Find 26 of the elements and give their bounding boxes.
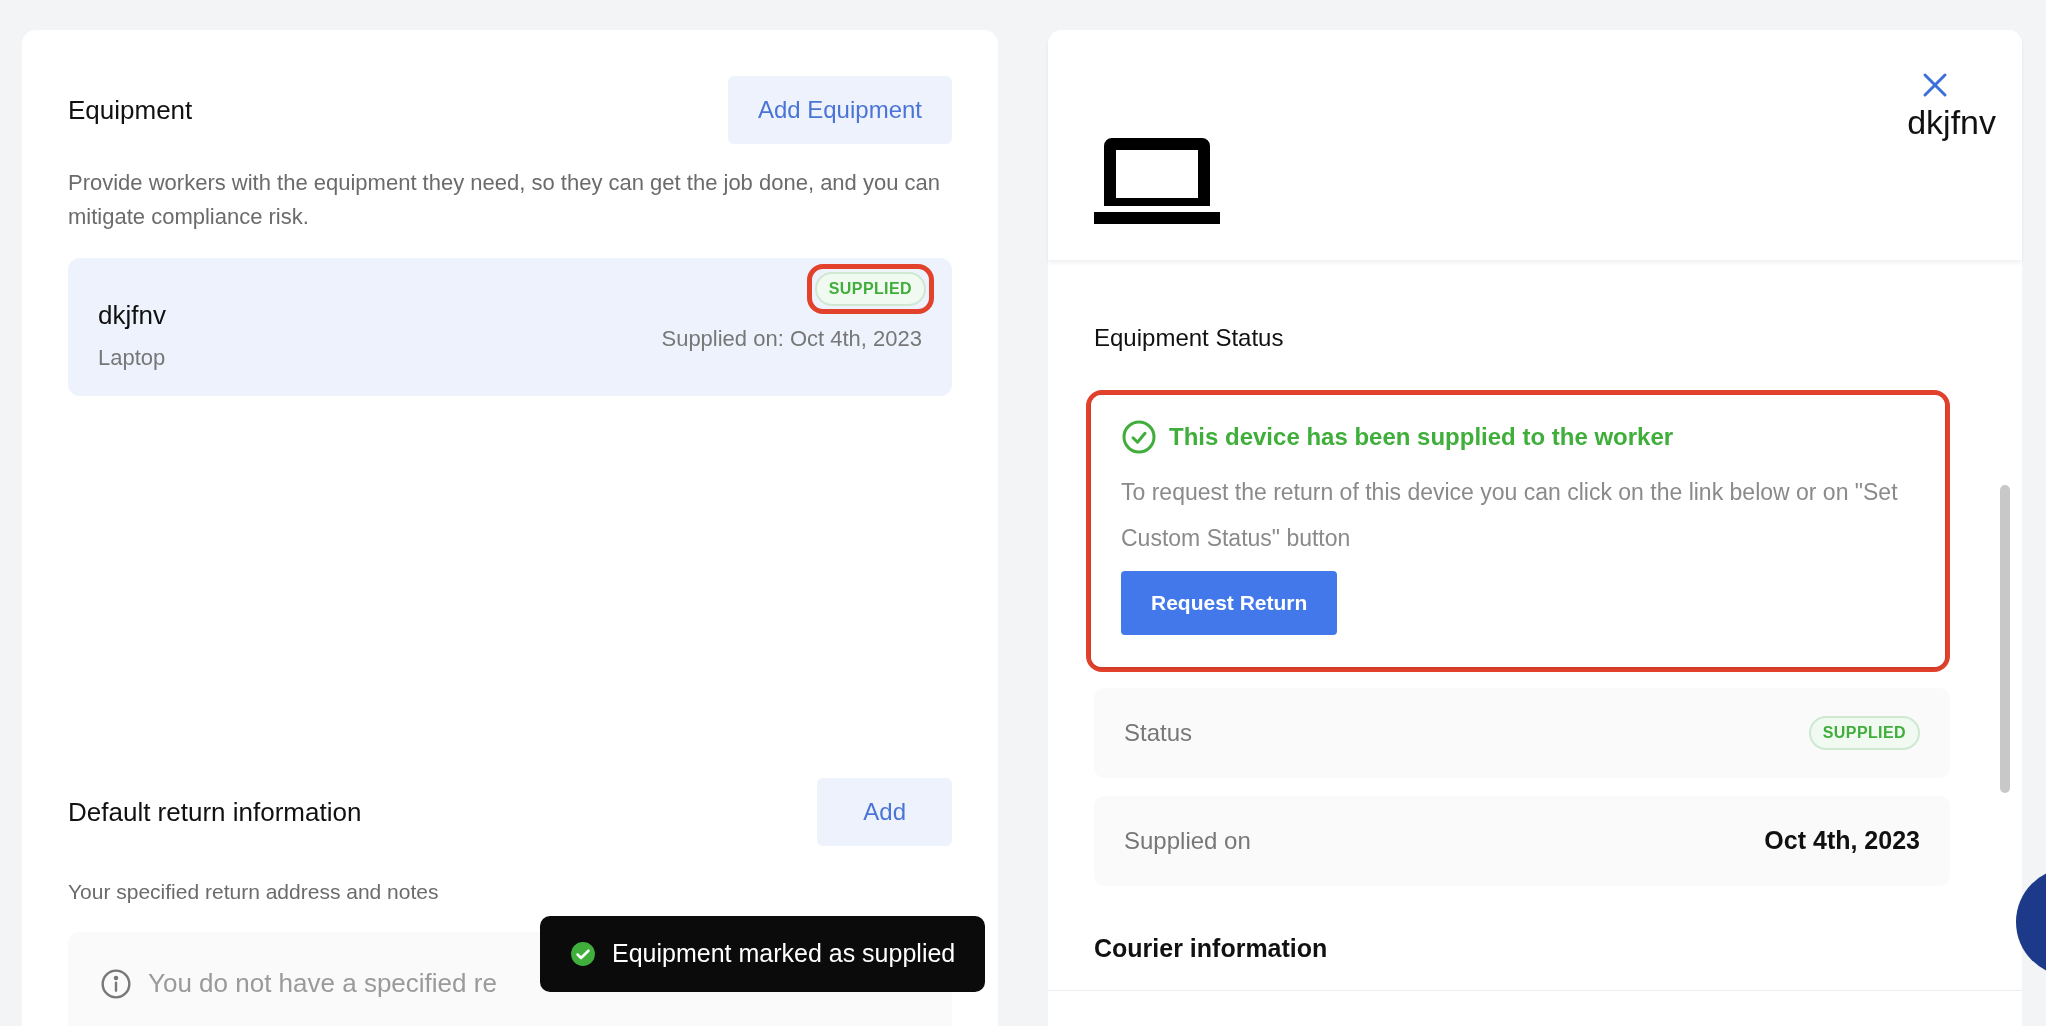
device-name: dkjfnv bbox=[1907, 102, 1996, 143]
info-text: You do not have a specified re bbox=[148, 967, 497, 1000]
section-title: Default return information bbox=[68, 795, 362, 829]
section-title: Courier information bbox=[1094, 932, 1329, 964]
field-value: Oct 4th, 2023 bbox=[1764, 824, 1920, 856]
status-badge: SUPPLIED bbox=[1808, 715, 1920, 750]
section-description: Your specified return address and notes bbox=[68, 879, 440, 905]
status-badge: SUPPLIED bbox=[814, 272, 926, 306]
section-title: Equipment Status bbox=[1094, 323, 1285, 353]
check-circle-icon bbox=[570, 941, 596, 967]
equipment-name: dkjfnv bbox=[98, 299, 166, 332]
equipment-card[interactable]: dkjfnv Laptop SUPPLIED Supplied on: Oct 4th, 2023 bbox=[68, 258, 952, 396]
section-description: Provide workers with the equipment they need, so they can get the job done, and you can mitigate compliance risk. bbox=[68, 169, 941, 231]
notice-text: To request the return of this device you can click on the link below or on "Set Custom Status" button bbox=[1121, 478, 1899, 553]
section-title: Equipment bbox=[68, 93, 193, 127]
field-label: Status bbox=[1124, 717, 1193, 748]
check-circle-icon bbox=[1121, 419, 1157, 455]
info-icon bbox=[100, 967, 132, 1000]
add-equipment-button[interactable]: Add Equipment bbox=[727, 76, 952, 144]
toast-message: Equipment marked as supplied bbox=[612, 938, 956, 970]
request-return-button[interactable]: Request Return bbox=[1121, 571, 1338, 635]
add-button[interactable]: Add bbox=[817, 778, 952, 846]
equipment-type: Laptop bbox=[98, 344, 166, 372]
field-label: Supplied on bbox=[1124, 825, 1251, 856]
notice-title: This device has been supplied to the worker bbox=[1169, 422, 1674, 452]
supplied-date: Supplied on: Oct 4th, 2023 bbox=[661, 325, 922, 353]
